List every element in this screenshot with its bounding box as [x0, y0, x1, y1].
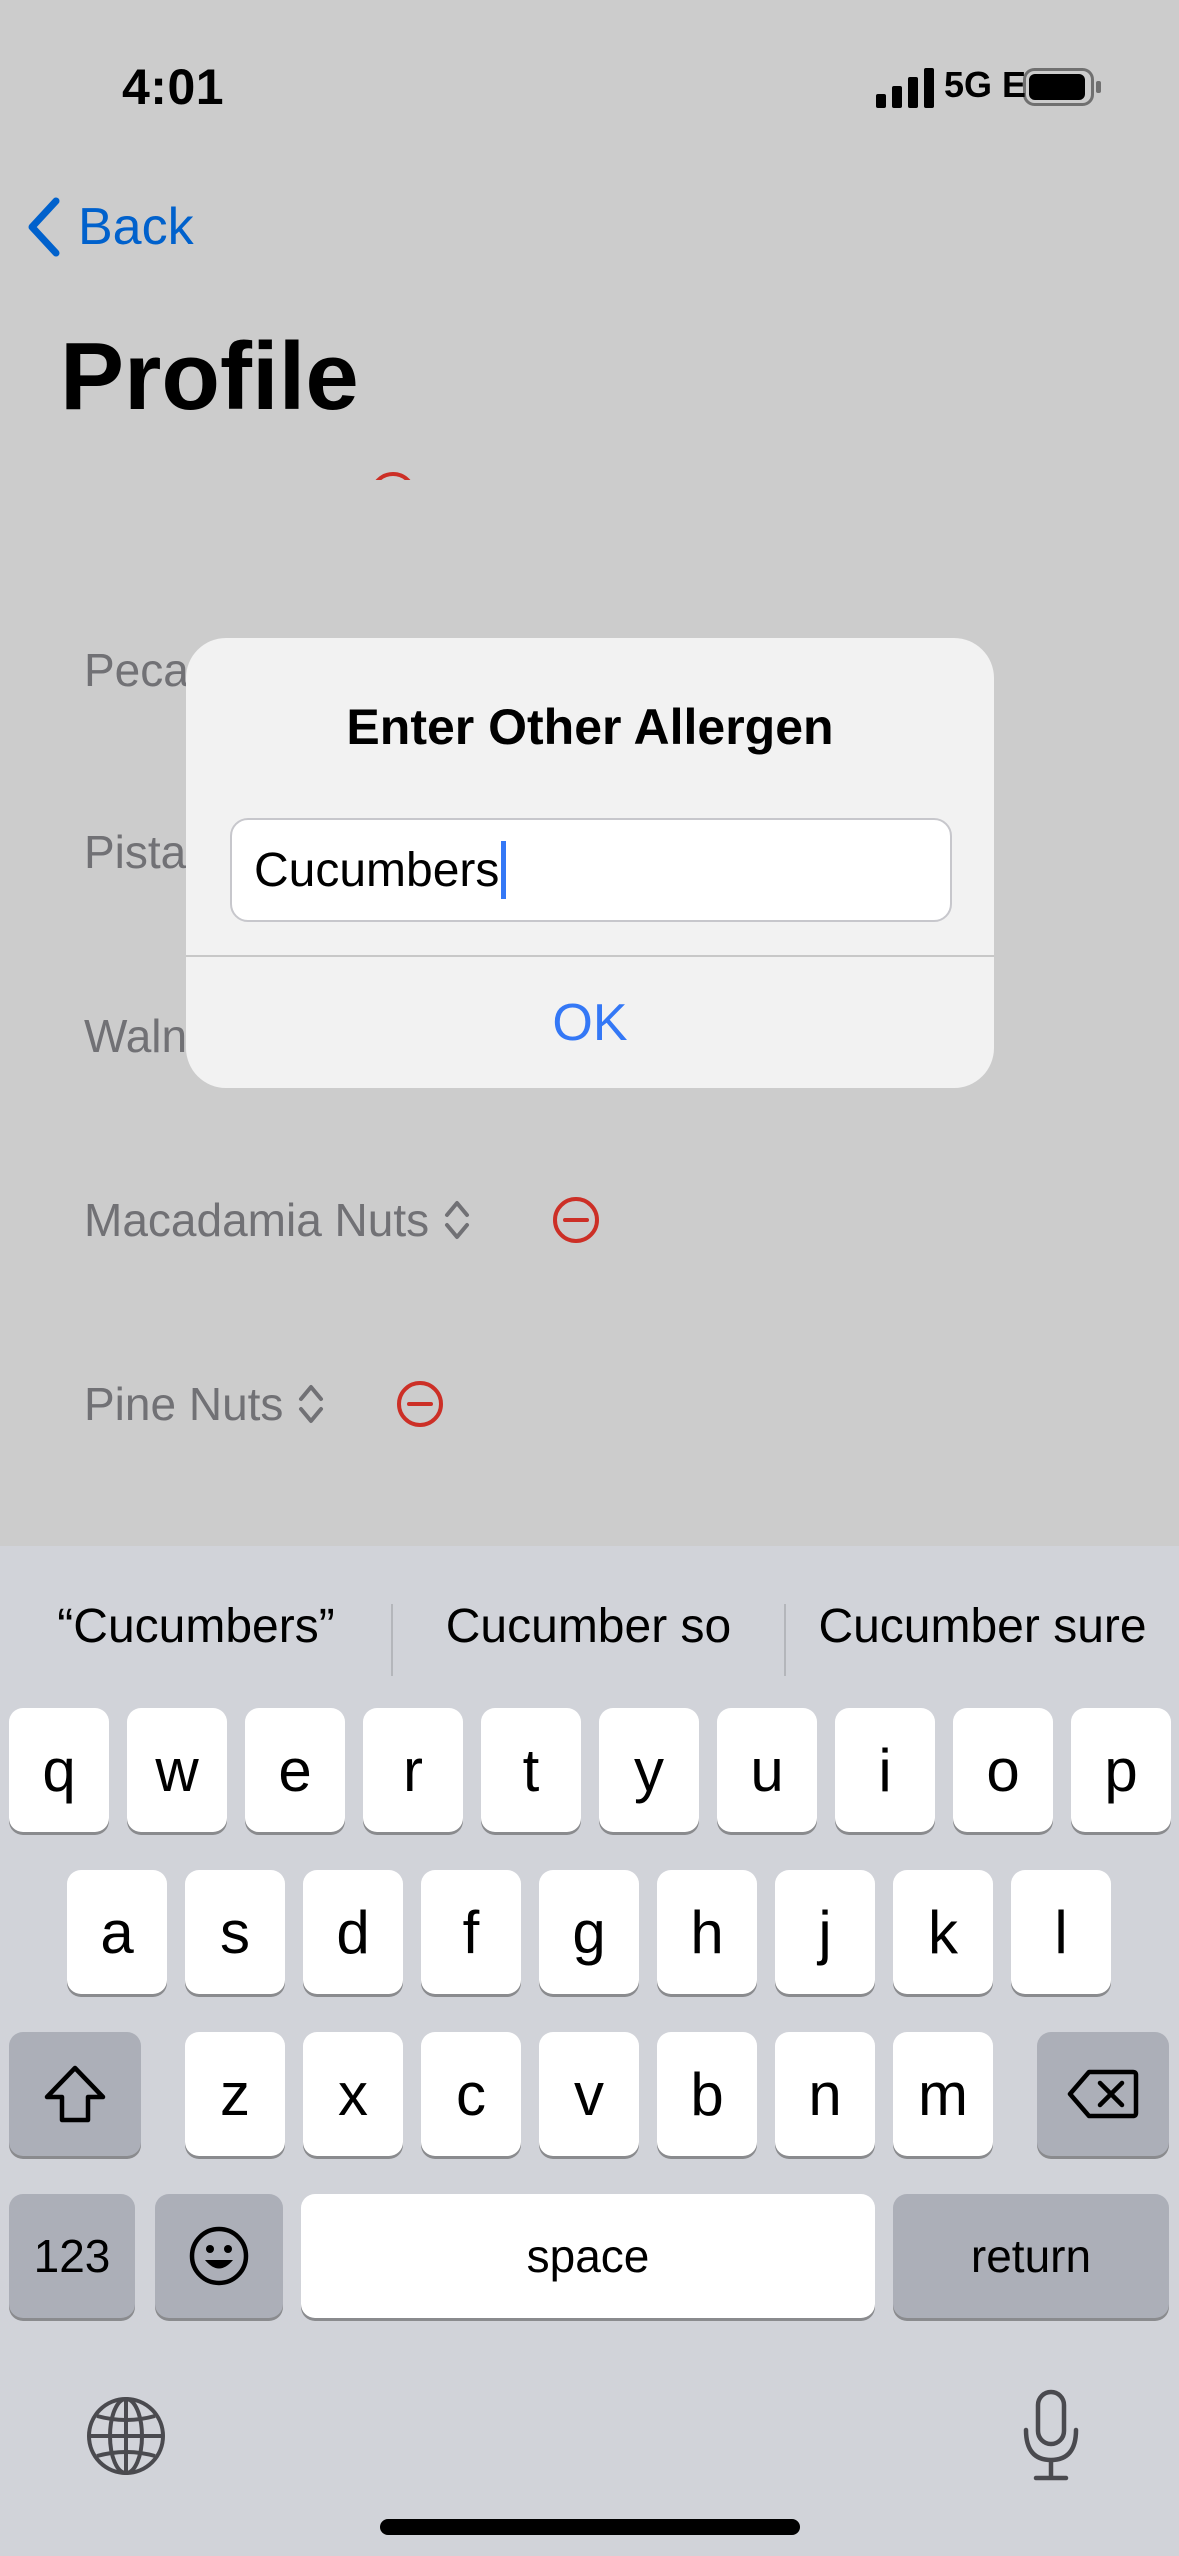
alert-title: Enter Other Allergen	[346, 699, 834, 755]
allergen-input-value: Cucumbers	[254, 843, 500, 897]
numbers-key[interactable]: 123	[9, 2194, 135, 2318]
shift-key[interactable]	[9, 2032, 141, 2156]
suggestion-bar: “Cucumbers” Cucumber so Cucumber sure	[0, 1566, 1179, 1686]
text-caret	[501, 841, 507, 899]
backspace-key[interactable]	[1037, 2032, 1169, 2156]
key-q[interactable]: q	[9, 1708, 109, 1832]
key-f[interactable]: f	[421, 1870, 521, 1994]
key-z[interactable]: z	[185, 2032, 285, 2156]
key-n[interactable]: n	[775, 2032, 875, 2156]
key-a[interactable]: a	[67, 1870, 167, 1994]
key-j[interactable]: j	[775, 1870, 875, 1994]
key-b[interactable]: b	[657, 2032, 757, 2156]
key-o[interactable]: o	[953, 1708, 1053, 1832]
keyboard: “Cucumbers” Cucumber so Cucumber sure q …	[0, 1546, 1179, 2556]
key-u[interactable]: u	[717, 1708, 817, 1832]
key-r[interactable]: r	[363, 1708, 463, 1832]
globe-icon[interactable]	[84, 2394, 168, 2478]
space-key[interactable]: space	[301, 2194, 875, 2318]
key-h[interactable]: h	[657, 1870, 757, 1994]
key-t[interactable]: t	[481, 1708, 581, 1832]
key-d[interactable]: d	[303, 1870, 403, 1994]
key-y[interactable]: y	[599, 1708, 699, 1832]
key-p[interactable]: p	[1071, 1708, 1171, 1832]
home-indicator[interactable]	[380, 2519, 800, 2535]
ok-button[interactable]: OK	[186, 957, 994, 1088]
profile-screen: 4:01 5G E Back Profile Peca Pista Waln M…	[0, 0, 1179, 2556]
key-k[interactable]: k	[893, 1870, 993, 1994]
key-e[interactable]: e	[245, 1708, 345, 1832]
microphone-icon[interactable]	[1018, 2388, 1084, 2484]
suggestion-item[interactable]: Cucumber so	[393, 1566, 784, 1686]
backspace-icon	[1067, 2069, 1139, 2119]
key-w[interactable]: w	[127, 1708, 227, 1832]
key-x[interactable]: x	[303, 2032, 403, 2156]
key-s[interactable]: s	[185, 1870, 285, 1994]
key-i[interactable]: i	[835, 1708, 935, 1832]
suggestion-item[interactable]: Cucumber sure	[786, 1566, 1179, 1686]
key-v[interactable]: v	[539, 2032, 639, 2156]
key-g[interactable]: g	[539, 1870, 639, 1994]
allergen-alert-dialog: Enter Other Allergen Cucumbers OK	[186, 638, 994, 1088]
emoji-key[interactable]	[155, 2194, 283, 2318]
emoji-icon	[189, 2226, 249, 2286]
key-m[interactable]: m	[893, 2032, 993, 2156]
key-l[interactable]: l	[1011, 1870, 1111, 1994]
suggestion-item[interactable]: “Cucumbers”	[0, 1566, 392, 1686]
allergen-text-field[interactable]: Cucumbers	[230, 818, 952, 922]
shift-icon	[44, 2065, 106, 2123]
key-c[interactable]: c	[421, 2032, 521, 2156]
return-key[interactable]: return	[893, 2194, 1169, 2318]
